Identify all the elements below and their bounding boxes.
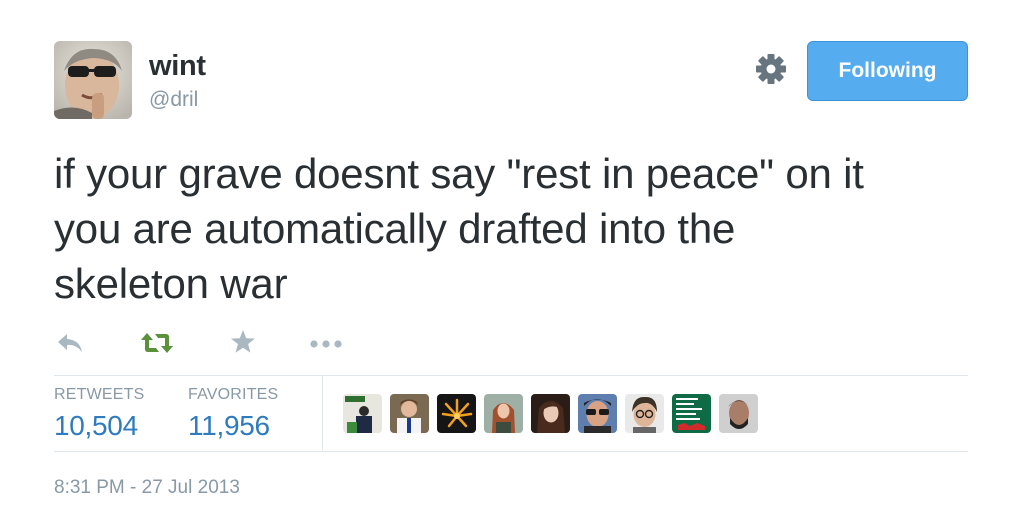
retweet-icon[interactable] xyxy=(140,332,174,359)
author-handle[interactable]: @dril xyxy=(149,88,198,112)
reply-icon[interactable] xyxy=(56,332,84,359)
tweet-text: if your grave doesnt say "rest in peace"… xyxy=(54,146,974,311)
stats-separator xyxy=(322,376,323,450)
tweet-timestamp[interactable]: 8:31 PM - 27 Jul 2013 xyxy=(54,477,240,499)
author-avatar[interactable] xyxy=(54,41,132,119)
retweets-count: 10,504 xyxy=(54,410,138,441)
divider-bottom xyxy=(54,451,968,452)
favoriter-avatar[interactable] xyxy=(672,394,711,433)
favoriter-avatar[interactable] xyxy=(578,394,617,433)
divider-top xyxy=(54,375,968,376)
gear-icon[interactable] xyxy=(754,52,788,86)
favoriter-avatar[interactable] xyxy=(343,394,382,433)
favoriter-avatar[interactable] xyxy=(719,394,758,433)
tweet-text-line: skeleton war xyxy=(54,260,288,307)
tweet-text-line: you are automatically drafted into the xyxy=(54,205,736,252)
favoriter-avatar[interactable] xyxy=(484,394,523,433)
tweet-card: wint @dril Following if your grave doesn… xyxy=(0,0,1024,513)
author-name[interactable]: wint xyxy=(149,50,206,83)
more-icon[interactable] xyxy=(310,336,342,354)
favoriter-avatar[interactable] xyxy=(625,394,664,433)
favorite-icon[interactable] xyxy=(230,329,256,360)
favoriter-avatar[interactable] xyxy=(390,394,429,433)
favorites-stat[interactable]: FAVORITES 11,956 xyxy=(188,386,278,442)
following-button-label: Following xyxy=(838,59,937,82)
retweets-stat[interactable]: RETWEETS 10,504 xyxy=(54,386,145,442)
tweet-text-line: if your grave doesnt say "rest in peace"… xyxy=(54,150,864,197)
favorites-count: 11,956 xyxy=(188,410,270,441)
favorites-label: FAVORITES xyxy=(188,386,279,403)
favoriter-avatar[interactable] xyxy=(437,394,476,433)
retweets-label: RETWEETS xyxy=(54,386,145,403)
following-button[interactable]: Following xyxy=(807,41,968,101)
favoriter-avatar[interactable] xyxy=(531,394,570,433)
